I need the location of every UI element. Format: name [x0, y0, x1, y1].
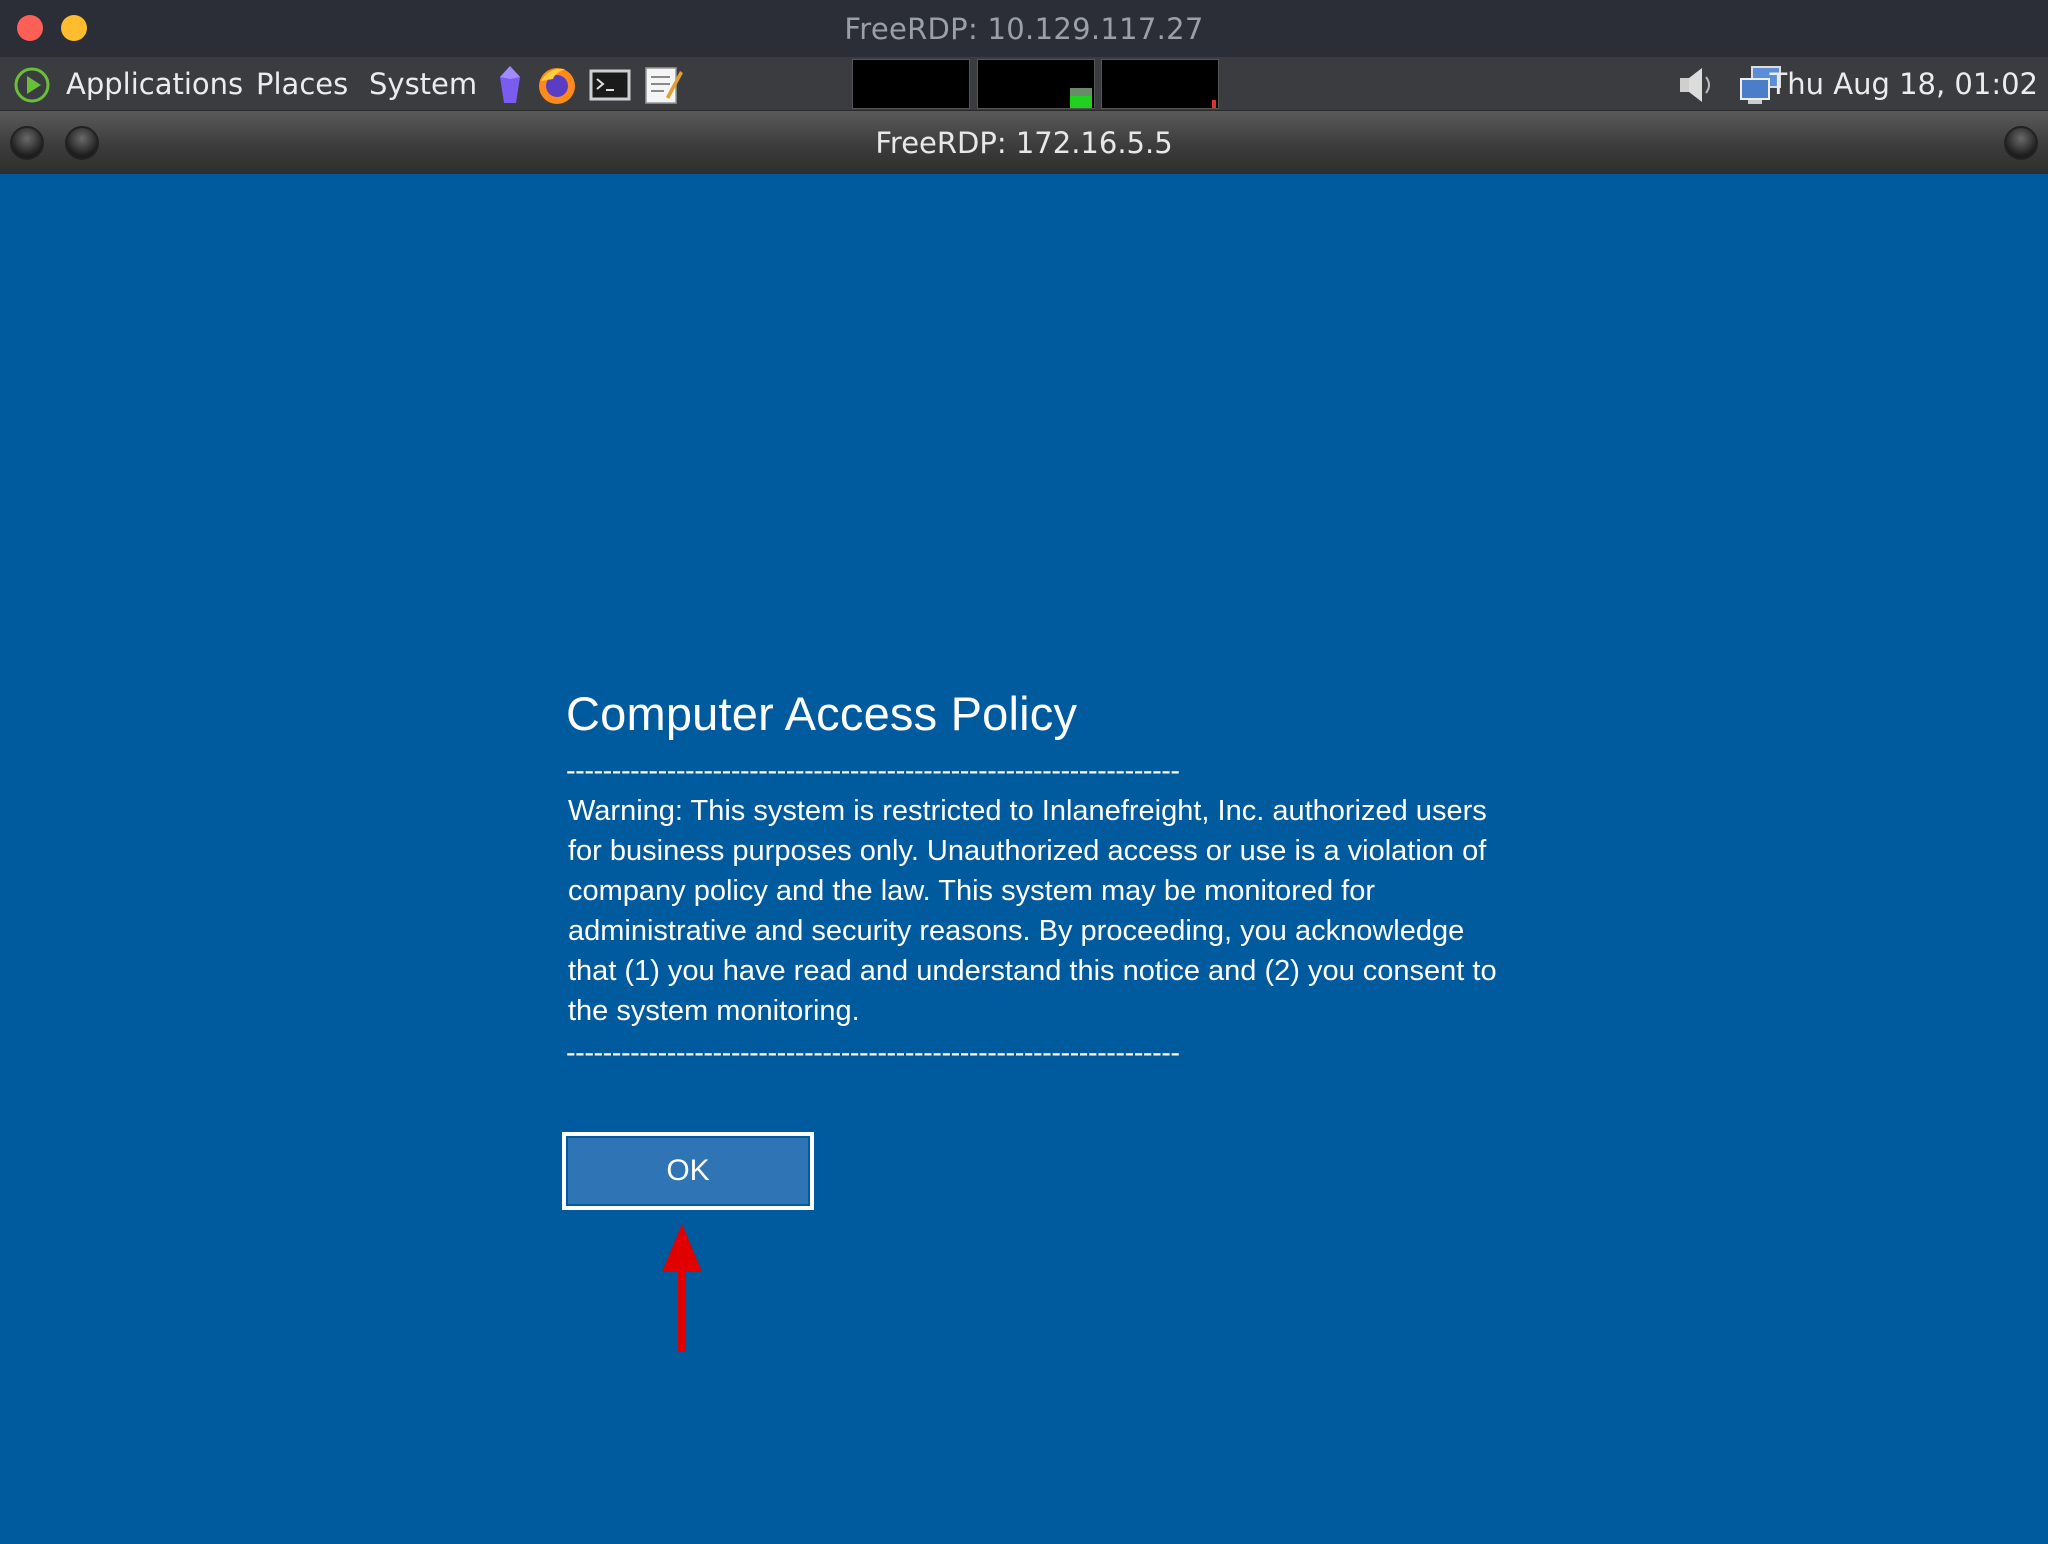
annotation-arrow-icon — [662, 1224, 702, 1352]
policy-divider-top: ----------------------------------------… — [566, 755, 1180, 787]
gem-icon[interactable] — [488, 63, 532, 107]
close-window-button[interactable] — [17, 15, 43, 41]
network-monitor-graph — [1101, 59, 1219, 109]
memory-usage-bar — [1070, 96, 1092, 108]
inner-minimize-button[interactable] — [65, 126, 99, 160]
access-policy-notice: Computer Access Policy -----------------… — [566, 686, 1506, 1071]
inner-window-title: FreeRDP: 172.16.5.5 — [875, 125, 1173, 160]
inner-maximize-button[interactable] — [2004, 126, 2038, 160]
outer-window-titlebar: FreeRDP: 10.129.117.27 — [0, 0, 2048, 57]
menu-places[interactable]: Places — [256, 65, 348, 103]
policy-warning-text: Warning: This system is restricted to In… — [568, 795, 1497, 1027]
distro-menu-icon[interactable] — [12, 65, 52, 105]
ok-button-label: OK — [666, 1154, 710, 1187]
outer-window-title: FreeRDP: 10.129.117.27 — [844, 11, 1204, 46]
terminal-icon[interactable] — [588, 63, 632, 107]
remote-desktop: Computer Access Policy -----------------… — [0, 174, 2048, 1544]
minimize-window-button[interactable] — [61, 15, 87, 41]
network-activity-spike — [1212, 100, 1216, 108]
memory-monitor-graph — [977, 59, 1095, 109]
panel-clock[interactable]: Thu Aug 18, 01:02 — [1770, 65, 2038, 103]
policy-divider-bottom: ----------------------------------------… — [566, 1037, 1180, 1069]
cpu-monitor-graph — [852, 59, 970, 109]
memory-cache-bar — [1070, 88, 1092, 96]
menu-system[interactable]: System — [369, 65, 477, 103]
inner-close-button[interactable] — [10, 126, 44, 160]
text-editor-icon[interactable] — [640, 63, 684, 107]
speaker-icon[interactable] — [1674, 63, 1720, 107]
menu-applications[interactable]: Applications — [66, 65, 243, 103]
policy-title: Computer Access Policy — [566, 687, 1078, 740]
top-panel: Applications Places System Thu Aug 18, 0… — [0, 57, 2048, 111]
inner-window-titlebar: FreeRDP: 172.16.5.5 — [0, 111, 2048, 174]
firefox-icon[interactable] — [535, 63, 579, 107]
ok-button[interactable]: OK — [562, 1132, 814, 1210]
